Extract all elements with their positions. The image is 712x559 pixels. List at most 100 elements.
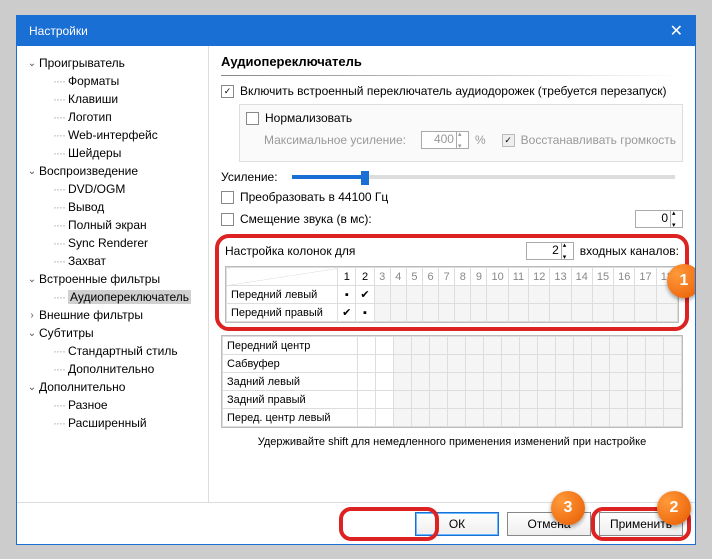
matrix-cell[interactable] <box>520 391 538 409</box>
matrix-cell[interactable] <box>520 409 538 427</box>
matrix-cell[interactable] <box>614 304 635 322</box>
matrix-cell[interactable] <box>448 355 466 373</box>
maxgain-input[interactable]: 400 <box>421 131 469 149</box>
normalize-checkbox[interactable] <box>246 112 259 125</box>
matrix-cell[interactable] <box>358 391 376 409</box>
matrix-cell[interactable] <box>374 304 390 322</box>
matrix-cell[interactable] <box>430 355 448 373</box>
matrix-cell[interactable] <box>412 355 430 373</box>
tree-item[interactable]: ····DVD/OGM <box>21 180 204 198</box>
matrix-cell[interactable] <box>574 337 592 355</box>
matrix-cell[interactable] <box>502 355 520 373</box>
matrix-cell[interactable] <box>374 286 390 304</box>
matrix-cell[interactable] <box>635 304 656 322</box>
enable-switcher-checkbox[interactable] <box>221 85 234 98</box>
matrix-cell[interactable] <box>538 409 556 427</box>
tree-item[interactable]: ⌄Дополнительно <box>21 378 204 396</box>
matrix-cell[interactable] <box>484 355 502 373</box>
chevron-down-icon[interactable]: ⌄ <box>25 166 39 177</box>
matrix-cell[interactable] <box>487 304 508 322</box>
matrix-cell[interactable] <box>610 355 628 373</box>
chevron-right-icon[interactable]: › <box>25 310 39 321</box>
matrix-cell[interactable] <box>412 337 430 355</box>
matrix-cell[interactable] <box>529 304 550 322</box>
matrix-cell[interactable] <box>422 304 438 322</box>
matrix-cell[interactable] <box>646 337 664 355</box>
matrix-cell[interactable] <box>520 373 538 391</box>
matrix-cell[interactable] <box>610 391 628 409</box>
matrix-cell[interactable] <box>466 337 484 355</box>
tree-item[interactable]: ····Форматы <box>21 72 204 90</box>
matrix-cell[interactable] <box>376 355 394 373</box>
matrix-cell[interactable] <box>614 286 635 304</box>
matrix-cell[interactable] <box>394 373 412 391</box>
matrix-cell[interactable] <box>610 373 628 391</box>
matrix-cell[interactable] <box>358 373 376 391</box>
tree-item[interactable]: ⌄Воспроизведение <box>21 162 204 180</box>
matrix-cell[interactable] <box>471 286 487 304</box>
channel-matrix[interactable]: 123456789101112131415161718Передний левы… <box>225 266 679 323</box>
matrix-cell[interactable] <box>556 373 574 391</box>
tree-item[interactable]: ····Web-интерфейс <box>21 126 204 144</box>
matrix-cell[interactable] <box>448 409 466 427</box>
chevron-down-icon[interactable]: ⌄ <box>25 58 39 69</box>
matrix-cell[interactable] <box>592 373 610 391</box>
matrix-cell[interactable] <box>448 373 466 391</box>
matrix-cell[interactable] <box>358 355 376 373</box>
matrix-cell[interactable] <box>646 409 664 427</box>
tree-item[interactable]: ····Разное <box>21 396 204 414</box>
matrix-cell[interactable] <box>574 373 592 391</box>
matrix-cell[interactable] <box>455 304 471 322</box>
matrix-cell[interactable] <box>376 409 394 427</box>
matrix-cell[interactable] <box>484 337 502 355</box>
tree-item[interactable]: ····Расширенный <box>21 414 204 432</box>
matrix-cell[interactable] <box>529 286 550 304</box>
matrix-cell[interactable] <box>422 286 438 304</box>
matrix-cell[interactable] <box>635 286 656 304</box>
matrix-cell[interactable] <box>430 391 448 409</box>
matrix-cell[interactable] <box>664 391 682 409</box>
matrix-cell[interactable] <box>455 286 471 304</box>
matrix-cell[interactable] <box>502 409 520 427</box>
matrix-cell[interactable] <box>484 391 502 409</box>
tree-item[interactable]: ⌄Встроенные фильтры <box>21 270 204 288</box>
chevron-down-icon[interactable]: ⌄ <box>25 382 39 393</box>
matrix-cell[interactable] <box>610 409 628 427</box>
ok-button[interactable]: ОК <box>415 512 499 536</box>
matrix-cell[interactable] <box>487 286 508 304</box>
matrix-cell[interactable] <box>664 355 682 373</box>
matrix-cell[interactable] <box>592 304 613 322</box>
matrix-cell[interactable] <box>448 337 466 355</box>
matrix-cell[interactable] <box>610 337 628 355</box>
matrix-cell[interactable] <box>574 409 592 427</box>
matrix-cell[interactable] <box>390 286 406 304</box>
matrix-cell[interactable] <box>646 355 664 373</box>
gain-slider[interactable] <box>292 175 675 179</box>
matrix-cell[interactable] <box>508 304 528 322</box>
matrix-cell[interactable] <box>358 409 376 427</box>
convert-44100-checkbox[interactable] <box>221 191 234 204</box>
matrix-cell[interactable] <box>430 373 448 391</box>
matrix-cell[interactable] <box>664 373 682 391</box>
matrix-cell[interactable] <box>466 391 484 409</box>
matrix-cell[interactable]: ✔ <box>338 304 356 322</box>
chevron-down-icon[interactable]: ⌄ <box>25 328 39 339</box>
nav-tree[interactable]: ⌄Проигрыватель····Форматы····Клавиши····… <box>17 46 209 502</box>
matrix-cell[interactable] <box>439 304 455 322</box>
matrix-cell[interactable] <box>412 409 430 427</box>
matrix-cell[interactable] <box>394 355 412 373</box>
matrix-cell[interactable]: ▪ <box>338 286 356 304</box>
matrix-cell[interactable] <box>502 373 520 391</box>
matrix-cell[interactable] <box>628 391 646 409</box>
matrix-cell[interactable] <box>520 337 538 355</box>
tree-item[interactable]: ····Вывод <box>21 198 204 216</box>
matrix-cell[interactable] <box>376 391 394 409</box>
matrix-cell[interactable] <box>466 409 484 427</box>
matrix-cell[interactable] <box>406 304 422 322</box>
matrix-cell[interactable] <box>508 286 528 304</box>
matrix-cell[interactable] <box>592 355 610 373</box>
tree-item[interactable]: ····Полный экран <box>21 216 204 234</box>
tree-item[interactable]: ····Аудиопереключатель <box>21 288 204 306</box>
matrix-cell[interactable] <box>484 373 502 391</box>
matrix-cell[interactable] <box>664 337 682 355</box>
